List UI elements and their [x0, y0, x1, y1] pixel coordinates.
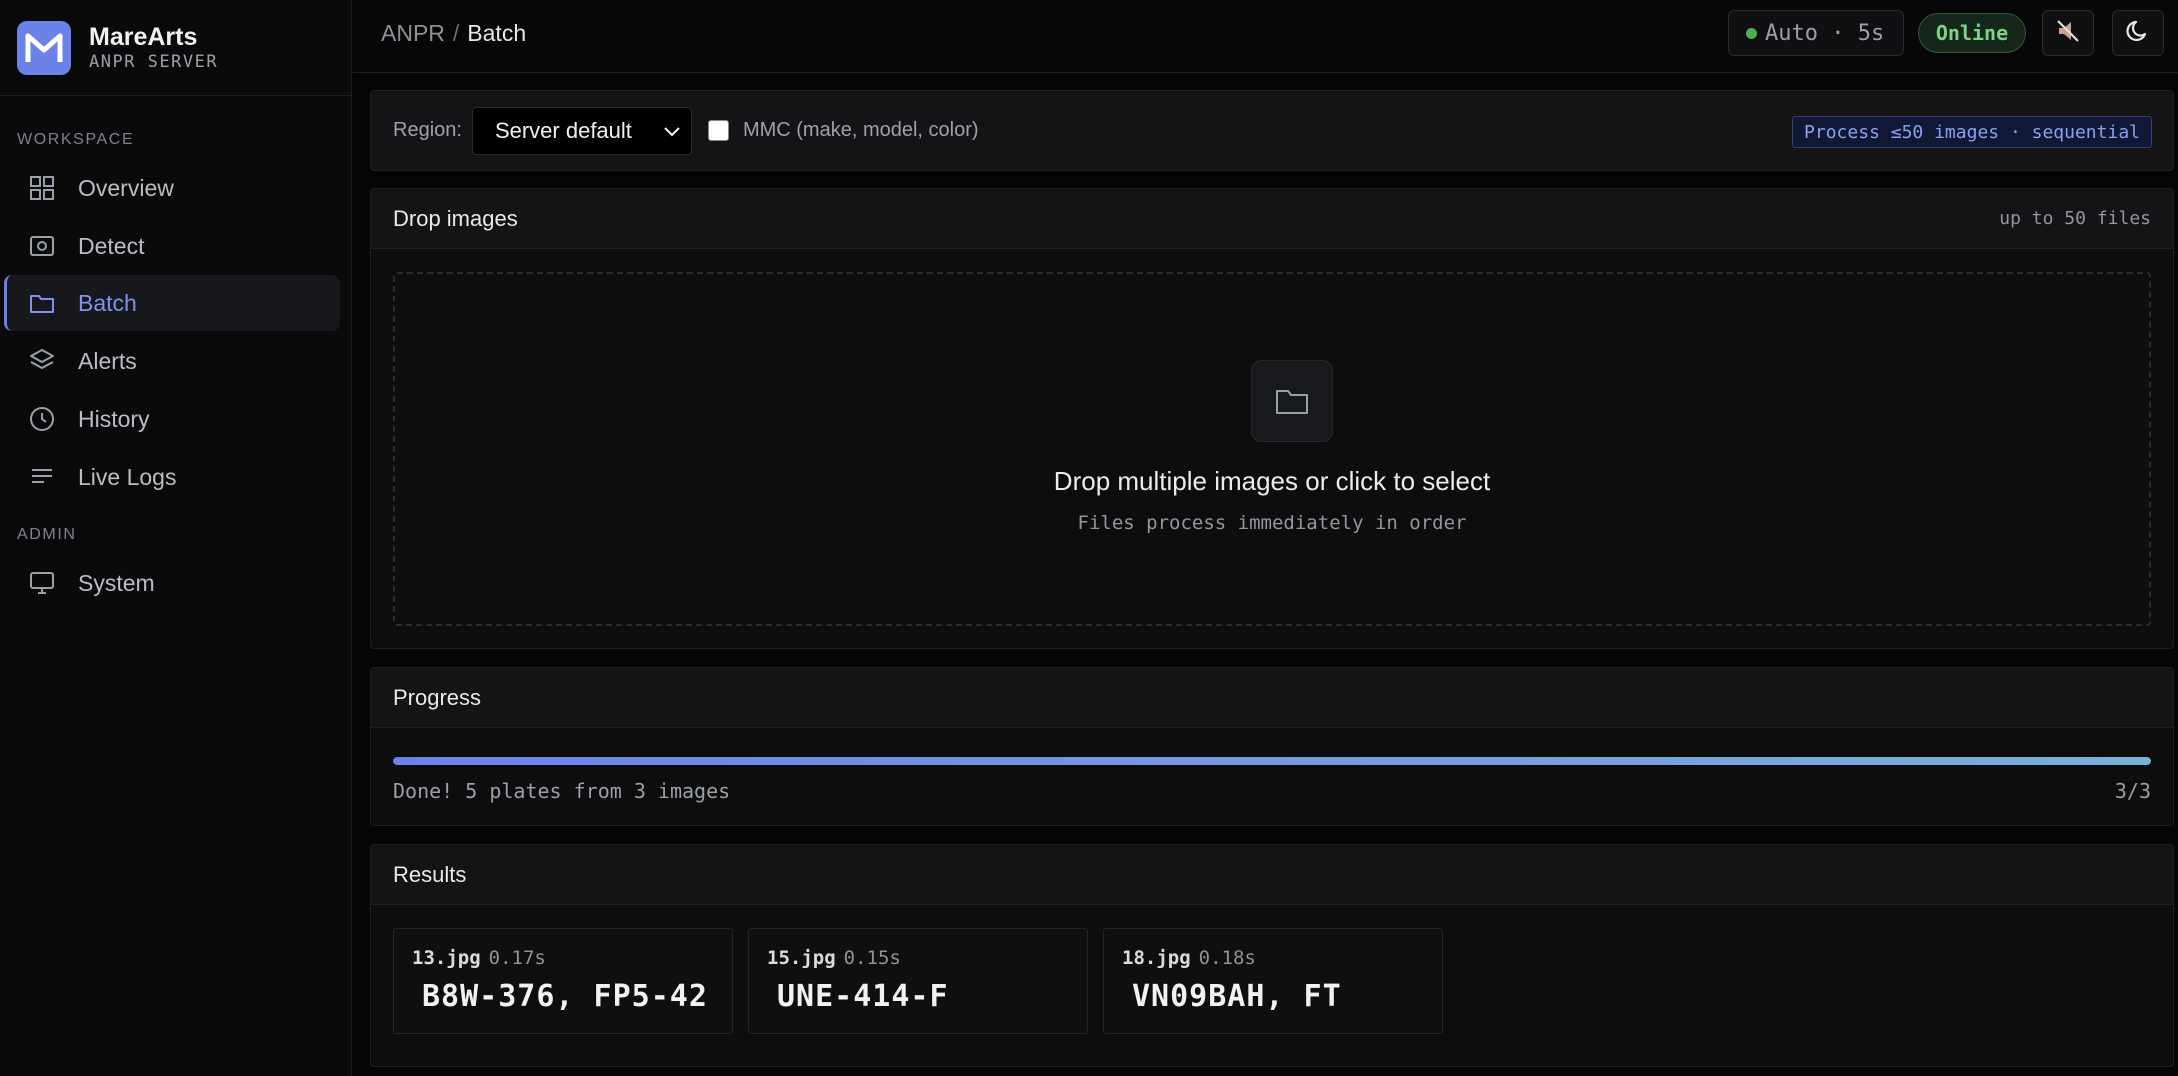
- result-plates: B8W-376, FP5-42: [422, 979, 708, 1014]
- brand: MareArts ANPR SERVER: [0, 0, 351, 96]
- section-label-workspace: WORKSPACE: [17, 131, 135, 148]
- moon-icon: [2125, 18, 2151, 49]
- drop-zone[interactable]: Drop multiple images or click to select …: [393, 272, 2151, 626]
- sidebar-item-label: History: [78, 405, 150, 432]
- drop-zone-subtext: Files process immediately in order: [1077, 512, 1467, 534]
- folder-icon: [1251, 360, 1333, 442]
- brand-name: MareArts: [89, 22, 198, 51]
- breadcrumb-current: Batch: [467, 20, 527, 46]
- breadcrumb: ANPR / Batch: [381, 20, 526, 47]
- result-time: 0.17s: [488, 947, 546, 969]
- theme-toggle-button[interactable]: [2112, 10, 2164, 56]
- drop-card-title: Drop images: [393, 205, 518, 231]
- status-badge: Online: [1918, 13, 2026, 53]
- region-select[interactable]: Server default: [471, 106, 692, 155]
- progress-bar-fill: [393, 757, 2151, 765]
- progress-count: 3/3: [2114, 779, 2151, 803]
- result-item[interactable]: 13.jpg 0.17s B8W-376, FP5-42: [393, 928, 733, 1034]
- sidebar-item-label: Batch: [78, 289, 137, 316]
- layers-icon: [28, 347, 56, 375]
- result-filename: 13.jpg: [412, 947, 481, 969]
- results-card-title: Results: [393, 861, 467, 887]
- result-plates: VN09BAH, FT: [1132, 979, 1342, 1014]
- breadcrumb-separator: /: [452, 20, 460, 46]
- folder-icon: [28, 289, 56, 317]
- results-card: Results 13.jpg 0.17s B8W-376, FP5-42 15.j…: [370, 844, 2174, 1067]
- clock-icon: [28, 405, 56, 433]
- drop-zone-prompt: Drop multiple images or click to select: [1053, 466, 1491, 496]
- brand-subtitle: ANPR SERVER: [89, 51, 219, 72]
- sound-toggle-button[interactable]: [2042, 10, 2094, 56]
- section-label-admin: ADMIN: [17, 526, 77, 543]
- sidebar-item-label: System: [78, 569, 155, 596]
- result-time: 0.15s: [843, 947, 901, 969]
- sidebar-item-detect[interactable]: Detect: [4, 218, 340, 274]
- drop-card-limit: up to 50 files: [1999, 208, 2151, 229]
- sidebar-item-live-logs[interactable]: Live Logs: [4, 449, 340, 505]
- sidebar-item-history[interactable]: History: [4, 391, 340, 447]
- grid-icon: [28, 174, 56, 202]
- result-item[interactable]: 18.jpg 0.18s VN09BAH, FT: [1103, 928, 1443, 1034]
- result-plates: UNE-414-F: [777, 979, 949, 1014]
- progress-message: Done! 5 plates from 3 images: [393, 779, 731, 803]
- progress-card: Progress Done! 5 plates from 3 images 3/…: [370, 667, 2174, 826]
- sidebar-item-system[interactable]: System: [4, 555, 340, 611]
- camera-icon: [28, 232, 56, 260]
- monitor-icon: [28, 569, 56, 597]
- sidebar-item-label: Overview: [78, 174, 174, 201]
- top-bar: ANPR / Batch Auto · 5s Online: [353, 0, 2178, 73]
- process-limit-badge: Process ≤50 images · sequential: [1792, 116, 2152, 148]
- result-time: 0.18s: [1198, 947, 1256, 969]
- sidebar-item-alerts[interactable]: Alerts: [4, 333, 340, 389]
- lines-icon: [28, 463, 56, 491]
- region-select-value: Server default: [494, 117, 632, 143]
- options-bar: Region: Server default MMC (make, model,…: [370, 90, 2174, 171]
- chevron-down-icon: [661, 120, 683, 148]
- sidebar-item-batch[interactable]: Batch: [4, 275, 340, 331]
- result-item[interactable]: 15.jpg 0.15s UNE-414-F: [748, 928, 1088, 1034]
- result-filename: 15.jpg: [767, 947, 836, 969]
- result-filename: 18.jpg: [1122, 947, 1191, 969]
- progress-bar: [393, 757, 2151, 765]
- auto-refresh-toggle[interactable]: Auto · 5s: [1728, 10, 1904, 56]
- auto-refresh-label: Auto · 5s: [1765, 20, 1885, 46]
- sidebar-item-label: Detect: [78, 232, 145, 259]
- sidebar-item-label: Live Logs: [78, 463, 177, 490]
- status-dot-icon: [1746, 27, 1757, 39]
- sidebar-item-overview[interactable]: Overview: [4, 160, 340, 216]
- brand-logo-icon: [17, 20, 71, 75]
- sidebar: MareArts ANPR SERVER WORKSPACE Overview …: [0, 0, 352, 1076]
- drop-images-card: Drop images up to 50 files Drop multiple…: [370, 188, 2174, 649]
- progress-card-title: Progress: [393, 684, 482, 710]
- mmc-label: MMC (make, model, color): [742, 119, 979, 141]
- mmc-checkbox[interactable]: [707, 120, 729, 141]
- breadcrumb-root[interactable]: ANPR: [381, 20, 445, 46]
- muted-speaker-icon: [2055, 18, 2081, 49]
- region-label: Region:: [393, 119, 462, 141]
- sidebar-item-label: Alerts: [78, 347, 137, 374]
